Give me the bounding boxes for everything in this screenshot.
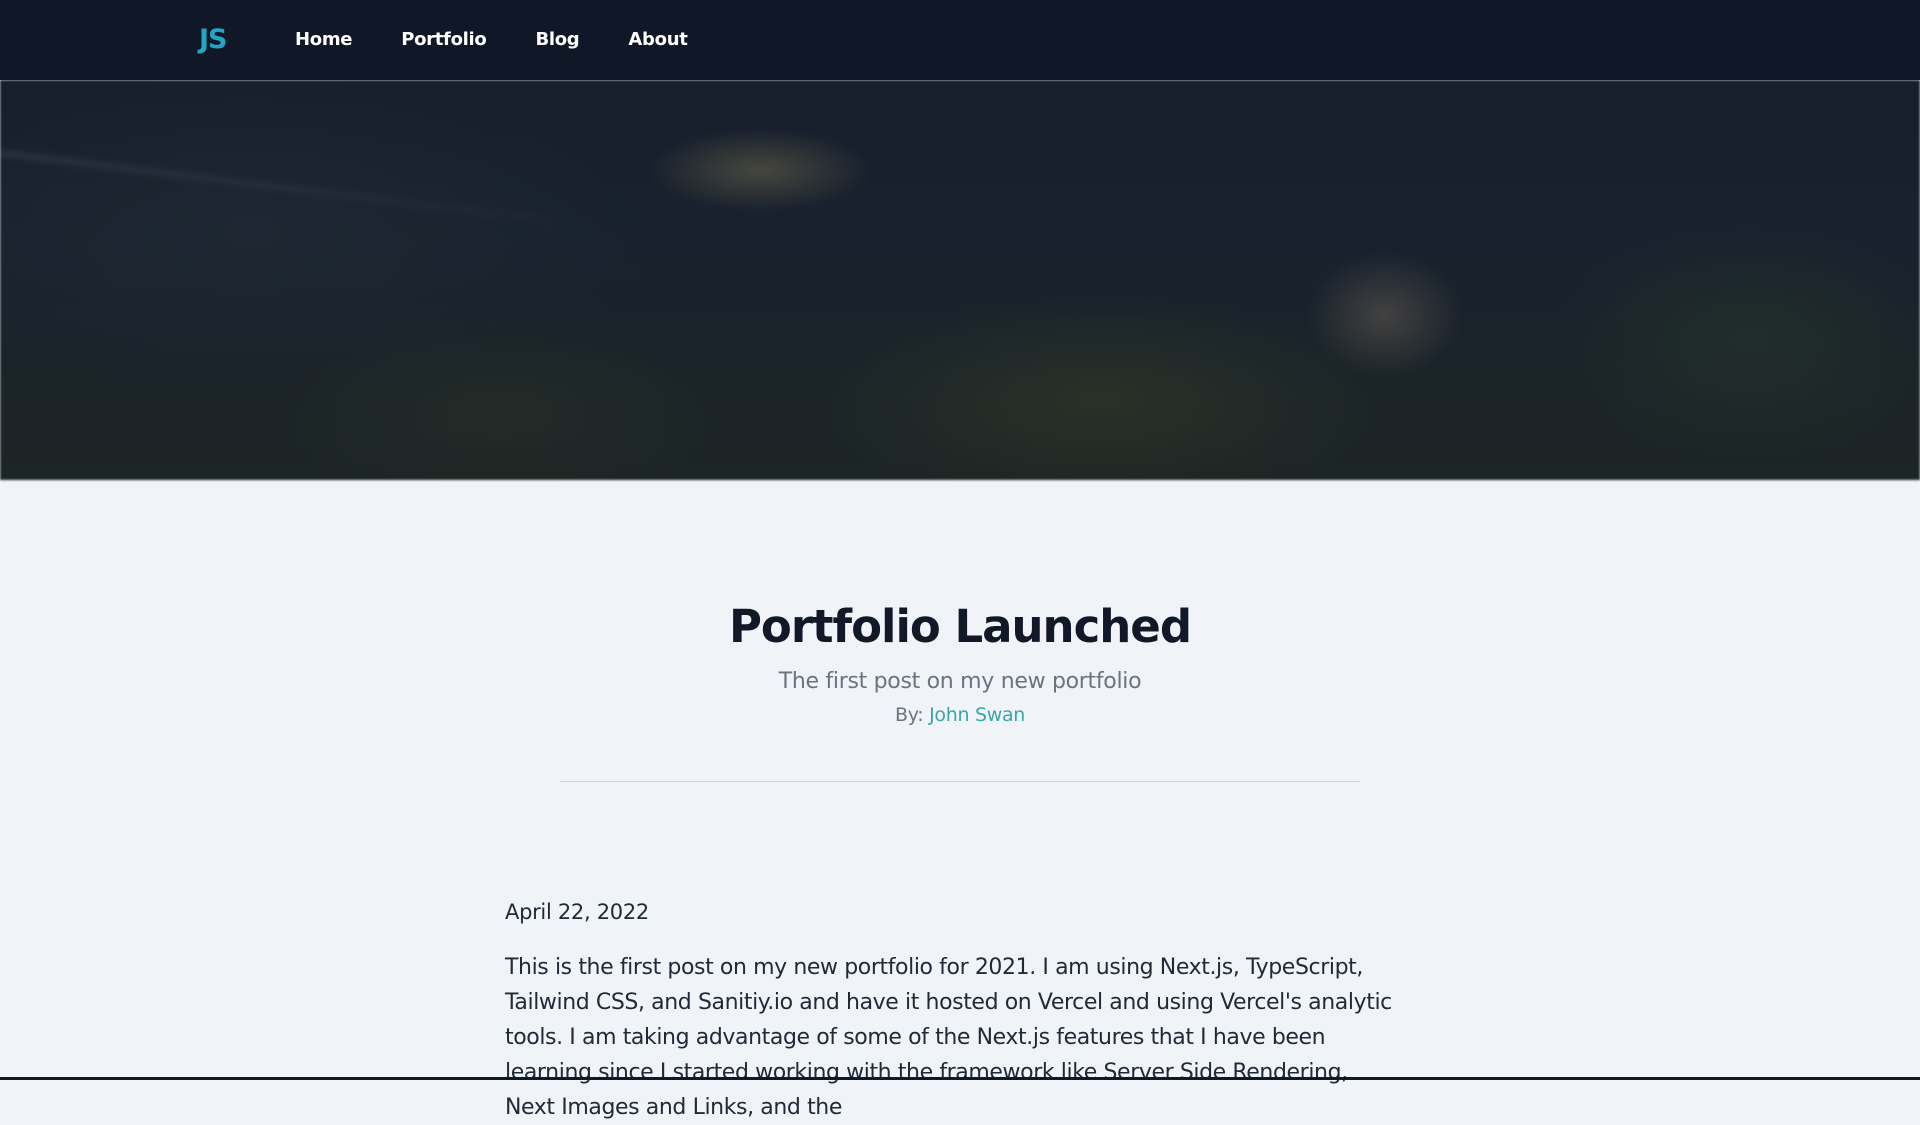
hero-banner-image xyxy=(0,80,1920,480)
post-byline: By: John Swan xyxy=(0,704,1920,726)
byline-prefix: By: xyxy=(894,704,930,726)
post-body: April 22, 2022 This is the first post on… xyxy=(505,900,1395,1125)
author-link[interactable]: John Swan xyxy=(929,704,1025,726)
hero-overlay xyxy=(0,80,1920,480)
article-header: Portfolio Launched The first post on my … xyxy=(0,600,1920,726)
site-logo[interactable]: JS xyxy=(199,24,227,55)
nav-link-portfolio[interactable]: Portfolio xyxy=(401,29,487,50)
post-date: April 22, 2022 xyxy=(505,900,649,924)
header-divider xyxy=(560,781,1360,782)
post-subtitle: The first post on my new portfolio xyxy=(778,669,1142,694)
nav-link-home[interactable]: Home xyxy=(295,29,353,50)
main-nav: Home Portfolio Blog About xyxy=(295,29,737,50)
nav-link-blog[interactable]: Blog xyxy=(535,29,579,50)
nav-link-about[interactable]: About xyxy=(628,29,687,50)
navbar: JS Home Portfolio Blog About xyxy=(0,0,1920,80)
post-paragraph: This is the first post on my new portfol… xyxy=(505,955,1392,1120)
post-title: Portfolio Launched xyxy=(728,600,1192,653)
